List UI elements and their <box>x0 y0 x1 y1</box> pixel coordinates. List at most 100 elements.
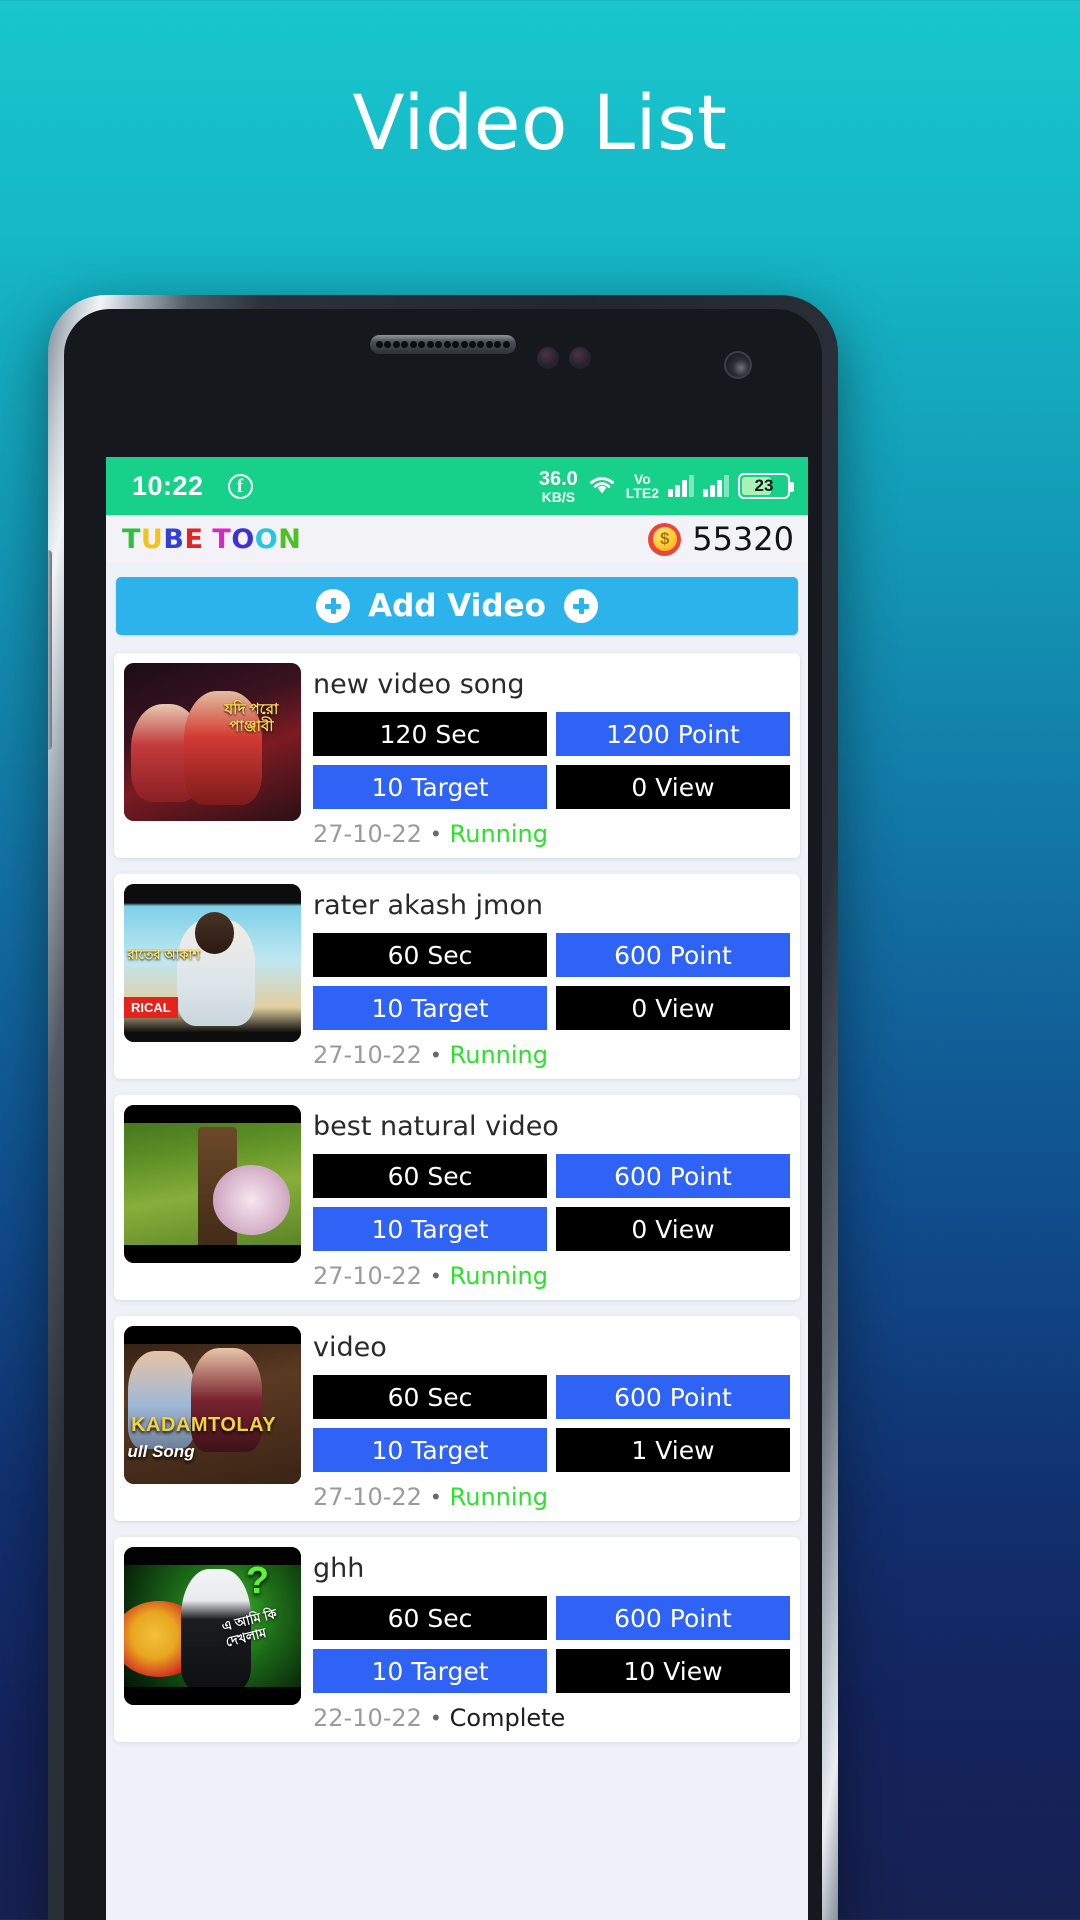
phone-side-button[interactable] <box>48 550 52 750</box>
video-thumbnail[interactable] <box>124 1105 301 1263</box>
video-date: 27-10-22 <box>313 820 422 848</box>
duration-chip: 60 Sec <box>313 1596 547 1640</box>
logo-letter: T <box>122 523 141 555</box>
target-chip: 10 Target <box>313 1207 547 1251</box>
video-thumbnail[interactable]: রাতের আকাশ RICAL <box>124 884 301 1042</box>
app-logo: T U B E T O O N <box>122 524 301 555</box>
earpiece-speaker-icon <box>370 335 516 354</box>
duration-chip: 60 Sec <box>313 1375 547 1419</box>
volte-top-label: Vo <box>633 471 651 487</box>
video-footer: 27-10-22 • Running <box>313 820 790 848</box>
volte-icon: Vo LTE2 <box>626 472 659 500</box>
phone-mockup: 10:22 f 36.0 KB/S Vo LTE2 23 T U B E T O… <box>48 295 838 1920</box>
video-meta: new video song 120 Sec 1200 Point 10 Tar… <box>313 663 790 848</box>
video-thumbnail[interactable]: যদি পরো পাঞ্জাবী <box>124 663 301 821</box>
target-chip: 10 Target <box>313 765 547 809</box>
video-thumbnail[interactable]: KADAMTOLAY ull Song <box>124 1326 301 1484</box>
video-stats: 60 Sec 600 Point 10 Target 0 View <box>313 1154 790 1251</box>
battery-icon: 23 <box>738 473 794 499</box>
video-title: video <box>313 1332 387 1363</box>
video-footer: 27-10-22 • Running <box>313 1483 790 1511</box>
video-status: Complete <box>449 1704 566 1732</box>
thumbnail-caption: এ আমি কি দেখলাম <box>220 1606 279 1650</box>
logo-letter: T <box>212 523 232 555</box>
views-chip: 1 View <box>556 1428 790 1472</box>
front-camera-icon <box>724 351 752 379</box>
status-bar-left: 10:22 f <box>132 471 253 502</box>
points-chip: 600 Point <box>556 1154 790 1198</box>
signal-bars-sim1-icon <box>668 475 694 497</box>
thumbnail-letterbox-top <box>124 1105 301 1123</box>
video-status: Running <box>449 1041 548 1069</box>
volte-bottom-label: LTE2 <box>625 485 659 501</box>
video-card[interactable]: KADAMTOLAY ull Song video 60 Sec 600 Poi… <box>114 1316 800 1521</box>
logo-letter: E <box>184 523 204 555</box>
plus-icon-left <box>316 589 351 623</box>
signal-bars-sim2-icon <box>703 475 729 497</box>
footer-separator: • <box>431 1263 440 1288</box>
wifi-icon <box>589 477 614 494</box>
facebook-icon: f <box>227 473 253 499</box>
add-video-button[interactable]: Add Video <box>116 577 798 635</box>
thumbnail-art <box>124 1105 301 1263</box>
video-date: 27-10-22 <box>313 1262 422 1290</box>
phone-screen: 10:22 f 36.0 KB/S Vo LTE2 23 T U B E T O… <box>106 457 808 1920</box>
thumbnail-letterbox-top <box>124 1326 301 1344</box>
video-stats: 60 Sec 600 Point 10 Target 0 View <box>313 933 790 1030</box>
views-chip: 0 View <box>556 986 790 1030</box>
video-title: rater akash jmon <box>313 890 543 921</box>
video-meta: video 60 Sec 600 Point 10 Target 1 View … <box>313 1326 790 1511</box>
battery-level-label: 23 <box>754 476 774 495</box>
video-card[interactable]: যদি পরো পাঞ্জাবী new video song 120 Sec … <box>114 653 800 858</box>
video-title: best natural video <box>313 1111 559 1142</box>
duration-chip: 60 Sec <box>313 933 547 977</box>
points-chip: 600 Point <box>556 1375 790 1419</box>
video-card[interactable]: best natural video 60 Sec 600 Point 10 T… <box>114 1095 800 1300</box>
duration-chip: 60 Sec <box>313 1154 547 1198</box>
thumbnail-badge: RICAL <box>124 997 178 1018</box>
target-chip: 10 Target <box>313 986 547 1030</box>
thumbnail-letterbox-bottom <box>124 1245 301 1263</box>
thumbnail-art: যদি পরো পাঞ্জাবী <box>124 663 301 821</box>
video-date: 27-10-22 <box>313 1041 422 1069</box>
logo-letter: U <box>140 523 164 555</box>
points-chip: 600 Point <box>556 933 790 977</box>
thumbnail-caption: যদি পরো পাঞ্জাবী <box>224 700 279 736</box>
video-stats: 120 Sec 1200 Point 10 Target 0 View <box>313 712 790 809</box>
status-bar: 10:22 f 36.0 KB/S Vo LTE2 23 <box>106 457 808 515</box>
video-list[interactable]: যদি পরো পাঞ্জাবী new video song 120 Sec … <box>106 635 808 1742</box>
phone-bezel: 10:22 f 36.0 KB/S Vo LTE2 23 T U B E T O… <box>64 309 822 1920</box>
video-meta: ghh 60 Sec 600 Point 10 Target 10 View 2… <box>313 1547 790 1732</box>
network-speed-unit: KB/S <box>541 488 576 505</box>
video-stats: 60 Sec 600 Point 10 Target 10 View <box>313 1596 790 1693</box>
video-status: Running <box>449 1483 548 1511</box>
logo-letter: B <box>163 523 185 555</box>
video-stats: 60 Sec 600 Point 10 Target 1 View <box>313 1375 790 1472</box>
video-footer: 27-10-22 • Running <box>313 1262 790 1290</box>
thumbnail-caption: KADAMTOLAY <box>131 1414 277 1437</box>
add-video-container: Add Video <box>106 563 808 635</box>
thumbnail-art: ? এ আমি কি দেখলাম <box>124 1547 301 1705</box>
video-status: Running <box>449 820 548 848</box>
video-card[interactable]: ? এ আমি কি দেখলাম ghh 60 Sec 600 Point 1… <box>114 1537 800 1742</box>
plus-icon-right <box>563 589 598 623</box>
page-title: Video List <box>352 78 728 167</box>
views-chip: 0 View <box>556 765 790 809</box>
views-chip: 0 View <box>556 1207 790 1251</box>
target-chip: 10 Target <box>313 1649 547 1693</box>
video-card[interactable]: রাতের আকাশ RICAL rater akash jmon 60 Sec… <box>114 874 800 1079</box>
video-title: new video song <box>313 669 525 700</box>
proximity-sensor-icon <box>537 347 559 369</box>
light-sensor-icon <box>569 347 591 369</box>
network-speed-indicator: 36.0 KB/S <box>539 469 578 504</box>
coin-balance-value: 55320 <box>692 520 794 558</box>
thumbnail-letterbox-top <box>124 1547 301 1565</box>
video-date: 22-10-22 <box>313 1704 422 1732</box>
status-bar-right: 36.0 KB/S Vo LTE2 23 <box>539 469 794 504</box>
thumbnail-letterbox-bottom <box>124 1687 301 1705</box>
coin-icon: $ <box>648 522 682 556</box>
coin-balance-widget[interactable]: $ 55320 <box>648 520 794 558</box>
video-thumbnail[interactable]: ? এ আমি কি দেখলাম <box>124 1547 301 1705</box>
footer-separator: • <box>431 1042 440 1067</box>
video-meta: best natural video 60 Sec 600 Point 10 T… <box>313 1105 790 1290</box>
